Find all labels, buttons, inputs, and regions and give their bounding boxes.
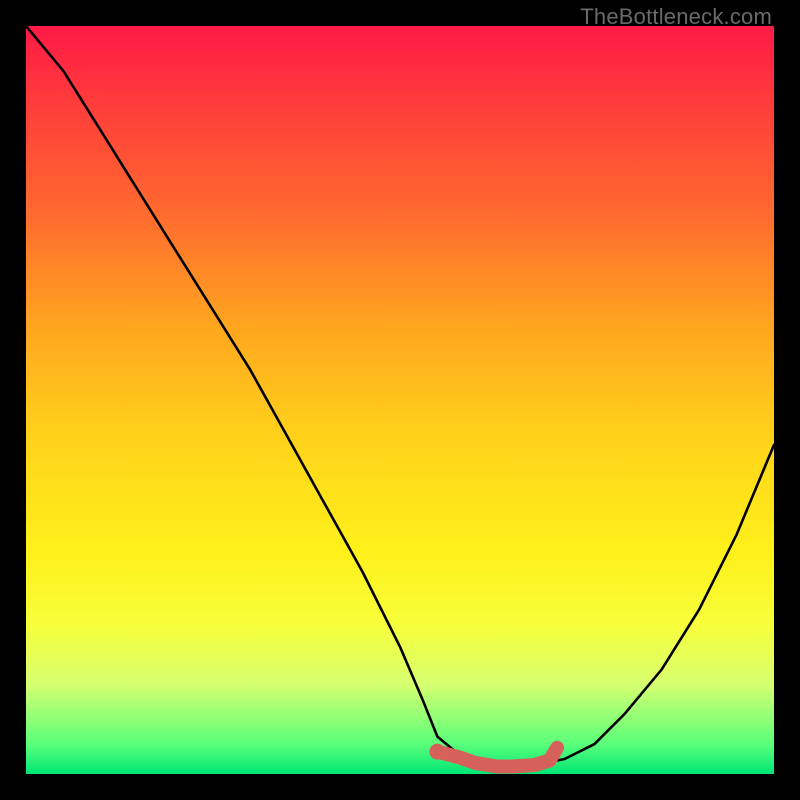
optimal-zone-highlight: [437, 748, 557, 767]
chart-container: TheBottleneck.com: [0, 0, 800, 800]
chart-svg: [26, 26, 774, 774]
highlight-start-dot: [429, 744, 445, 760]
watermark-text: TheBottleneck.com: [580, 4, 772, 30]
bottleneck-curve: [26, 26, 774, 767]
